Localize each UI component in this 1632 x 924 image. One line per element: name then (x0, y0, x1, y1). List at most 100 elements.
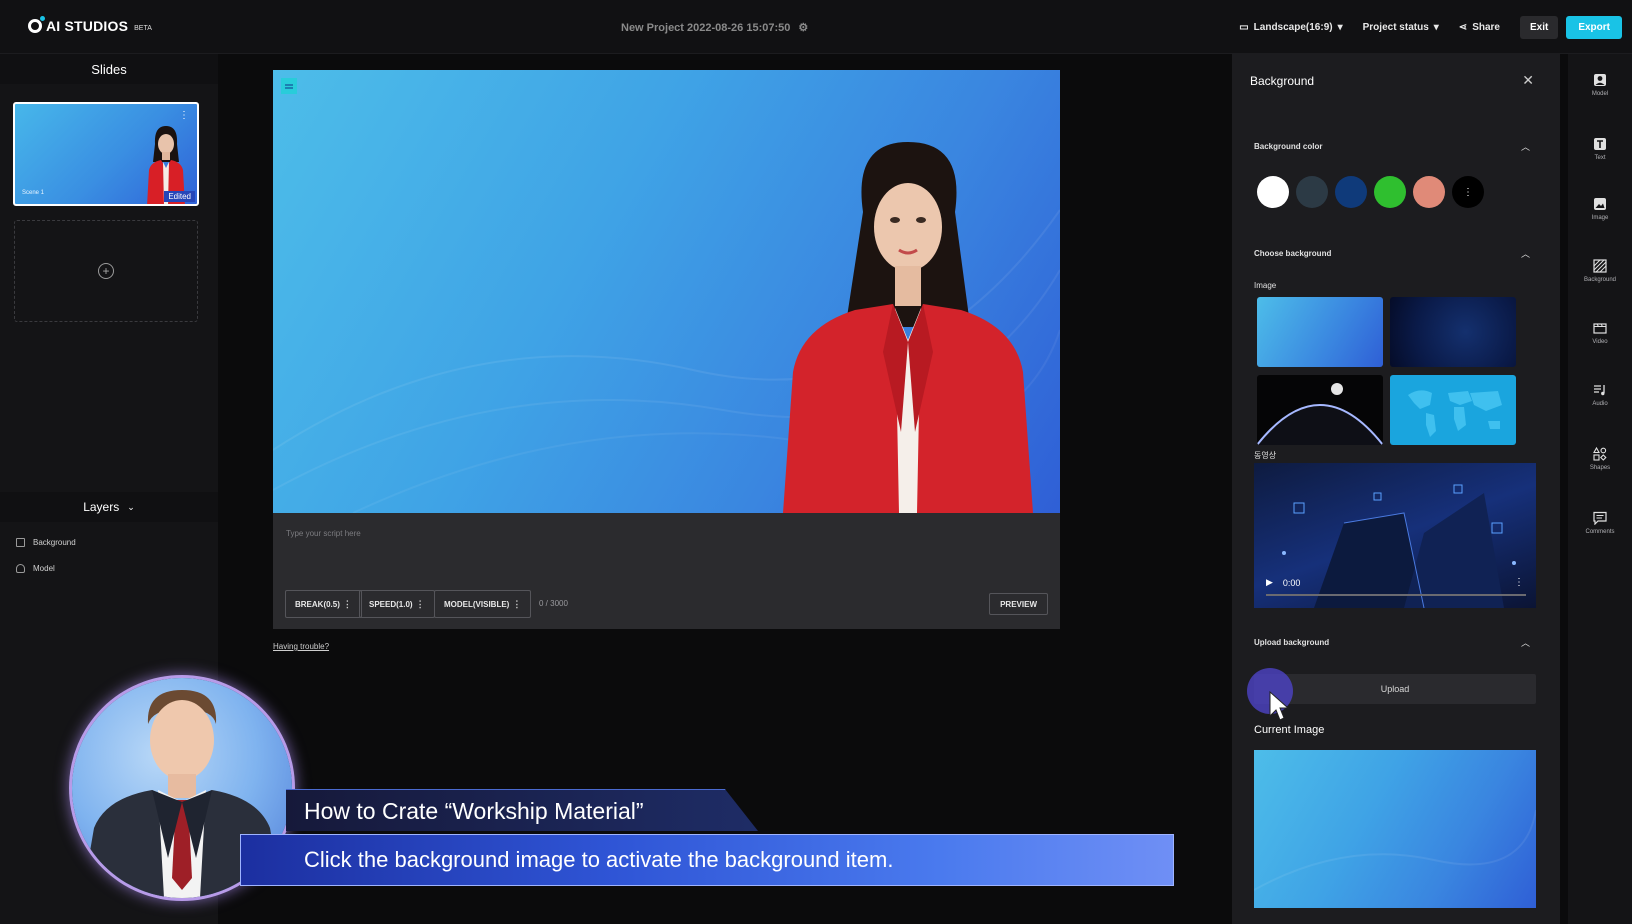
video-progress-bar[interactable] (1266, 594, 1526, 596)
bg-image-world-map[interactable] (1390, 375, 1516, 445)
tool-audio[interactable]: Audio (1568, 382, 1632, 407)
tutorial-title-banner: How to Crate “Workship Material” (286, 789, 758, 831)
tool-label: Image (1591, 215, 1609, 221)
orientation-label: Landscape(16:9) (1253, 22, 1333, 33)
project-title-text: New Project 2022-08-26 15:07:50 (621, 21, 791, 34)
chevron-down-icon: ⌄ (127, 501, 135, 512)
ai-model-avatar[interactable] (783, 142, 1033, 513)
tool-label: Video (1592, 339, 1608, 345)
image-icon (1592, 196, 1608, 212)
edited-badge: Edited (164, 191, 195, 202)
mouse-cursor-icon (1269, 690, 1290, 721)
tool-shapes[interactable]: Shapes (1568, 446, 1632, 471)
chevron-up-icon[interactable]: ︿ (1521, 140, 1530, 153)
project-status-dropdown[interactable]: Project status ▾ (1363, 22, 1439, 33)
layers-header[interactable]: Layers ⌄ (0, 492, 218, 522)
tool-background[interactable]: Background (1568, 258, 1632, 283)
more-colors-button[interactable]: ⋮ (1452, 176, 1484, 208)
bg-video-player[interactable]: ▶ 0:00 ⋮ (1254, 463, 1536, 608)
slide-thumbnail[interactable]: ⋮ Scene 1 Edited (13, 102, 199, 206)
choose-bg-section-title: Choose background (1254, 249, 1332, 258)
tutorial-subtitle: Click the background image to activate t… (304, 847, 894, 872)
comments-icon (1592, 510, 1608, 526)
scene-label: Scene 1 (22, 190, 45, 196)
having-trouble-link[interactable]: Having trouble? (273, 642, 329, 651)
model-visible-label: MODEL(VISIBLE) (444, 599, 510, 609)
shapes-icon (1592, 446, 1608, 462)
bg-image-dark-blue[interactable] (1390, 297, 1516, 367)
add-slide-button[interactable]: + (14, 220, 198, 322)
panel-title: Background (1250, 74, 1315, 88)
upload-section-title: Upload background (1254, 638, 1330, 647)
break-label: BREAK(0.5) (295, 599, 340, 609)
share-label: Share (1472, 22, 1500, 33)
project-title[interactable]: New Project 2022-08-26 15:07:50 ⚙ (621, 21, 808, 35)
kebab-icon: ⋮ (1463, 186, 1473, 198)
monitor-icon: ▭ (1239, 22, 1249, 33)
orientation-dropdown[interactable]: ▭ Landscape(16:9) ▾ (1239, 22, 1342, 33)
export-button[interactable]: Export (1566, 16, 1622, 39)
tool-sidebar: Model Text Image Background Video Audio … (1568, 54, 1632, 924)
break-button[interactable]: BREAK(0.5) ⋮ (285, 590, 362, 618)
tool-label: Shapes (1589, 465, 1611, 471)
bg-color-section-title: Background color (1254, 142, 1323, 151)
tutorial-subtitle-banner: Click the background image to activate t… (240, 834, 1174, 886)
bg-image-blue-gradient[interactable] (1257, 297, 1383, 367)
tool-text[interactable]: Text (1568, 136, 1632, 161)
app-logo[interactable]: AI STUDIOS BETA (28, 16, 152, 34)
chevron-down-icon: ▾ (1433, 22, 1439, 33)
background-layer-handle-icon[interactable] (281, 78, 297, 94)
tool-image[interactable]: Image (1568, 196, 1632, 221)
tool-model[interactable]: Model (1568, 72, 1632, 97)
char-count: 0 / 3000 (539, 599, 568, 608)
slide-menu-icon[interactable]: ⋮ (179, 110, 189, 121)
video-time: 0:00 (1282, 577, 1301, 588)
tool-label: Comments (1585, 529, 1615, 535)
play-icon[interactable]: ▶ (1266, 577, 1273, 588)
color-swatch-charcoal[interactable] (1296, 176, 1328, 208)
video-menu-icon[interactable]: ⋮ (1514, 577, 1524, 588)
color-swatch-white[interactable] (1257, 176, 1289, 208)
speed-label: SPEED(1.0) (369, 599, 413, 609)
gear-icon[interactable]: ⚙ (798, 21, 808, 34)
background-panel: Background ✕ Background color ︿ ⋮ Choose… (1232, 54, 1560, 924)
current-image-label: Current Image (1254, 724, 1325, 736)
model-visible-button[interactable]: MODEL(VISIBLE) ⋮ (434, 590, 532, 618)
script-input[interactable]: Type your script here (286, 529, 361, 538)
color-swatch-green[interactable] (1374, 176, 1406, 208)
chevron-up-icon[interactable]: ︿ (1521, 636, 1530, 649)
person-icon (16, 564, 25, 573)
layer-label: Model (33, 564, 55, 573)
tutorial-title: How to Crate “Workship Material” (304, 798, 644, 824)
background-icon (1592, 258, 1608, 274)
top-bar: AI STUDIOS BETA New Project 2022-08-26 1… (0, 0, 1632, 54)
planet-image (1257, 383, 1383, 445)
logo-icon (28, 16, 45, 33)
script-editor[interactable]: Type your script here BREAK(0.5) ⋮ SPEED… (273, 513, 1060, 629)
close-icon[interactable]: ✕ (1522, 72, 1534, 89)
speed-button[interactable]: SPEED(1.0) ⋮ (359, 590, 435, 618)
preview-button[interactable]: PREVIEW (989, 593, 1048, 615)
share-button[interactable]: ⋖ Share (1459, 22, 1500, 33)
color-swatches: ⋮ (1257, 176, 1484, 208)
color-swatch-salmon[interactable] (1413, 176, 1445, 208)
chevron-up-icon[interactable]: ︿ (1521, 247, 1530, 260)
tool-label: Model (1591, 91, 1609, 97)
video-icon (1592, 320, 1608, 336)
bg-image-planet[interactable] (1257, 375, 1383, 445)
layer-item-background[interactable]: Background (16, 538, 76, 547)
tool-video[interactable]: Video (1568, 320, 1632, 345)
tool-comments[interactable]: Comments (1568, 510, 1632, 535)
exit-button[interactable]: Exit (1519, 16, 1559, 39)
audio-icon (1592, 382, 1608, 398)
image-icon (16, 538, 25, 547)
color-swatch-navy[interactable] (1335, 176, 1367, 208)
layer-item-model[interactable]: Model (16, 564, 55, 573)
kebab-icon: ⋮ (342, 598, 352, 609)
share-icon: ⋖ (1458, 22, 1468, 33)
current-image-waves (1253, 809, 1537, 891)
upload-button[interactable]: Upload (1254, 674, 1536, 704)
slide-canvas[interactable] (273, 70, 1060, 513)
layer-label: Background (33, 538, 76, 547)
current-image-preview (1253, 750, 1537, 908)
